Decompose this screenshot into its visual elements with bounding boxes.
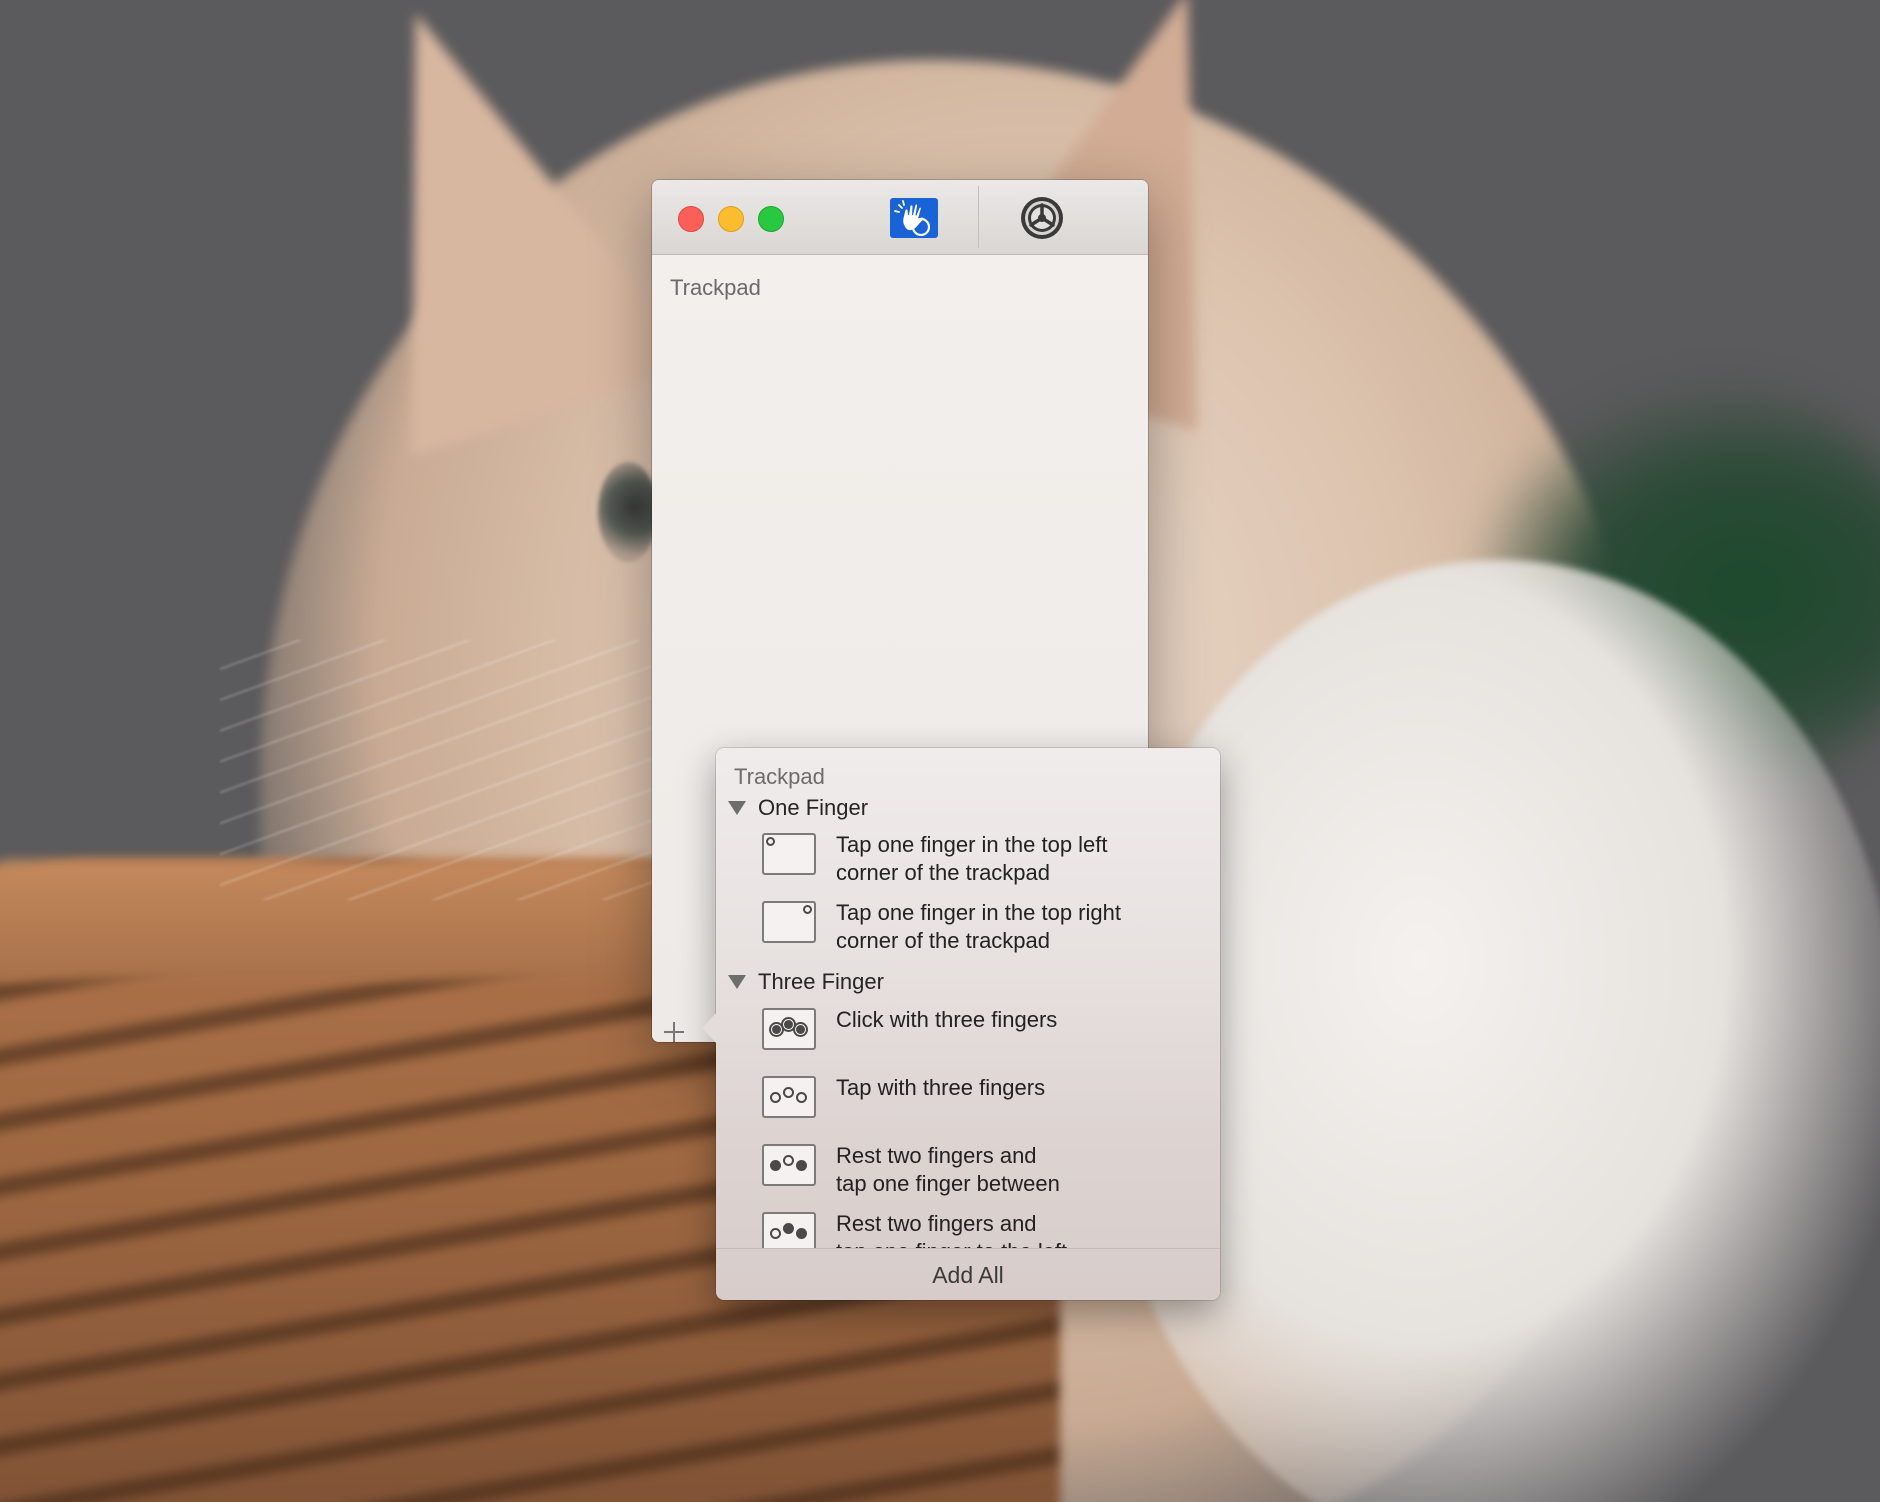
close-window-button[interactable] — [678, 206, 704, 232]
trackpad-top-left-icon — [762, 833, 816, 875]
gesture-label: Rest two fingers and tap one finger to t… — [836, 1211, 1067, 1248]
finger-dot — [796, 1228, 807, 1239]
disclosure-triangle-icon[interactable] — [728, 801, 746, 815]
finger-dot — [770, 1228, 781, 1239]
finger-dot — [793, 1022, 808, 1037]
group-title: Three Finger — [758, 969, 884, 994]
section-title: Trackpad — [670, 275, 761, 300]
wallpaper-kitten-eye — [598, 462, 658, 562]
group-title: One Finger — [758, 795, 869, 820]
finger-dot — [803, 905, 812, 914]
trackpad-top-right-icon — [762, 901, 816, 943]
gesture-item-tap-three[interactable]: Tap with three fingers — [762, 1074, 1202, 1118]
toolbar-settings-button[interactable] — [1018, 197, 1066, 239]
popover-header: Trackpad — [734, 764, 825, 789]
group-one-finger[interactable]: One Finger — [728, 793, 868, 823]
gesture-label: Rest two fingers and tap one finger betw… — [836, 1143, 1060, 1196]
finger-dot — [770, 1092, 781, 1103]
finger-dot — [766, 837, 775, 846]
rest-two-tap-left-icon — [762, 1212, 816, 1248]
gesture-item-rest-two-tap-between[interactable]: Rest two fingers and tap one finger betw… — [762, 1142, 1202, 1198]
hand-gesture-icon — [894, 200, 931, 236]
gesture-list[interactable]: Trackpad One Finger Tap one finger in th… — [716, 748, 1220, 1248]
finger-dot — [770, 1160, 781, 1171]
gesture-label: Click with three fingers — [836, 1007, 1058, 1032]
finger-dot — [796, 1092, 807, 1103]
add-gesture-button[interactable] — [662, 1020, 686, 1042]
zoom-window-button[interactable] — [758, 206, 784, 232]
gesture-item-tap-top-left[interactable]: Tap one finger in the top left corner of… — [762, 831, 1202, 887]
gesture-item-tap-top-right[interactable]: Tap one finger in the top right corner o… — [762, 899, 1202, 955]
window-toolbar — [652, 180, 1148, 255]
gesture-label: Tap with three fingers — [836, 1075, 1046, 1100]
rest-two-tap-between-icon — [762, 1144, 816, 1186]
gesture-picker-popover: Trackpad One Finger Tap one finger in th… — [702, 748, 1220, 1301]
three-finger-click-icon — [762, 1008, 816, 1050]
finger-dot — [783, 1223, 794, 1234]
three-finger-tap-icon — [762, 1076, 816, 1118]
wallpaper-whiskers — [220, 640, 670, 900]
gesture-label: Tap one finger in the top right corner o… — [836, 900, 1121, 953]
popover-arrow — [702, 1012, 717, 1044]
gesture-label: Tap one finger in the top left corner of… — [836, 832, 1108, 885]
add-all-button[interactable]: Add All — [716, 1248, 1220, 1301]
toolbar-divider — [978, 186, 979, 248]
minimize-window-button[interactable] — [718, 206, 744, 232]
finger-dot — [783, 1155, 794, 1166]
finger-dot — [796, 1160, 807, 1171]
gear-icon — [1021, 197, 1063, 239]
gesture-item-click-three[interactable]: Click with three fingers — [762, 1006, 1202, 1050]
disclosure-triangle-icon[interactable] — [728, 975, 746, 989]
finger-dot — [783, 1087, 794, 1098]
toolbar-gestures-button[interactable] — [890, 198, 938, 238]
gesture-item-rest-two-tap-left[interactable]: Rest two fingers and tap one finger to t… — [762, 1210, 1202, 1248]
group-three-finger[interactable]: Three Finger — [728, 967, 884, 997]
